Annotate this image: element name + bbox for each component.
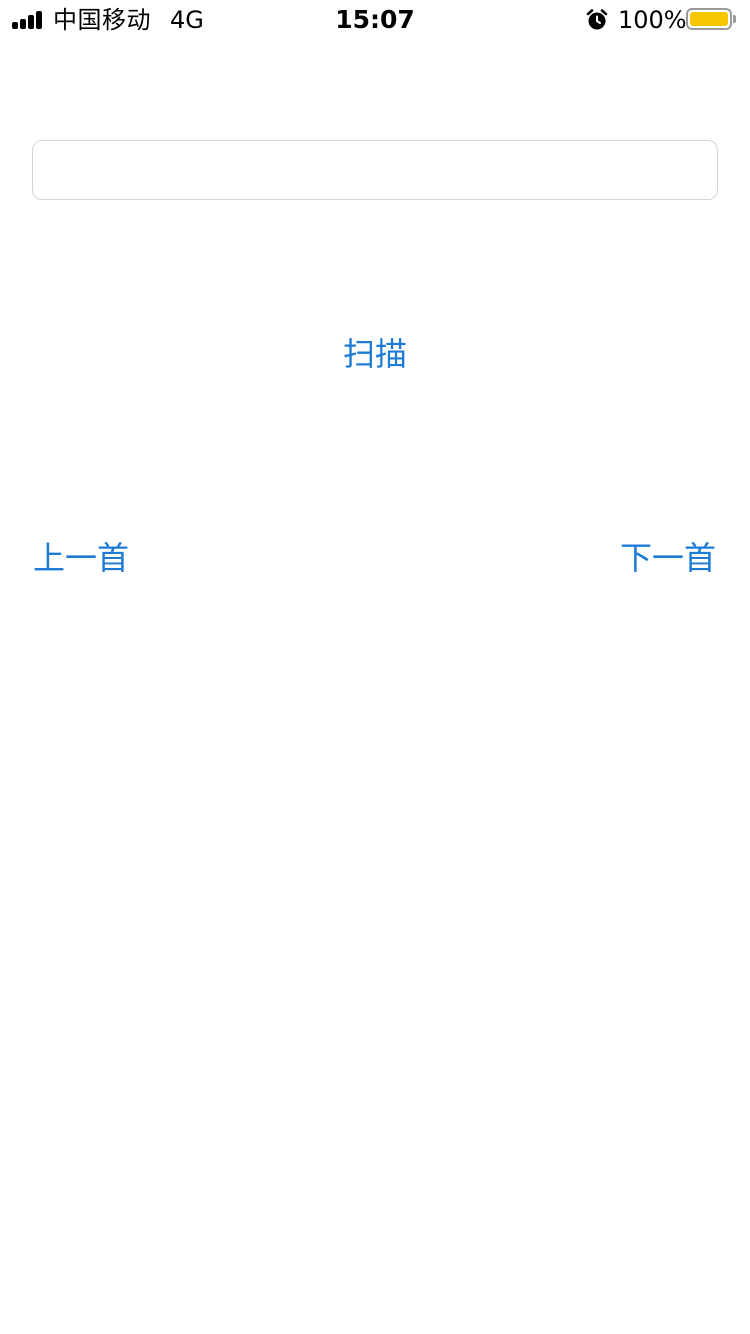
battery-percentage: 100% [618, 6, 687, 34]
battery-level-fill [690, 12, 728, 26]
status-bar: 中国移动 4G 15:07 100% [0, 0, 750, 40]
battery-tip [733, 15, 736, 23]
scan-button[interactable]: 扫描 [275, 334, 475, 374]
alarm-clock-icon [586, 9, 608, 30]
text-input-field[interactable] [32, 140, 718, 200]
previous-track-button[interactable]: 上一首 [33, 538, 129, 578]
battery-icon [686, 8, 732, 30]
next-track-button[interactable]: 下一首 [620, 538, 716, 578]
